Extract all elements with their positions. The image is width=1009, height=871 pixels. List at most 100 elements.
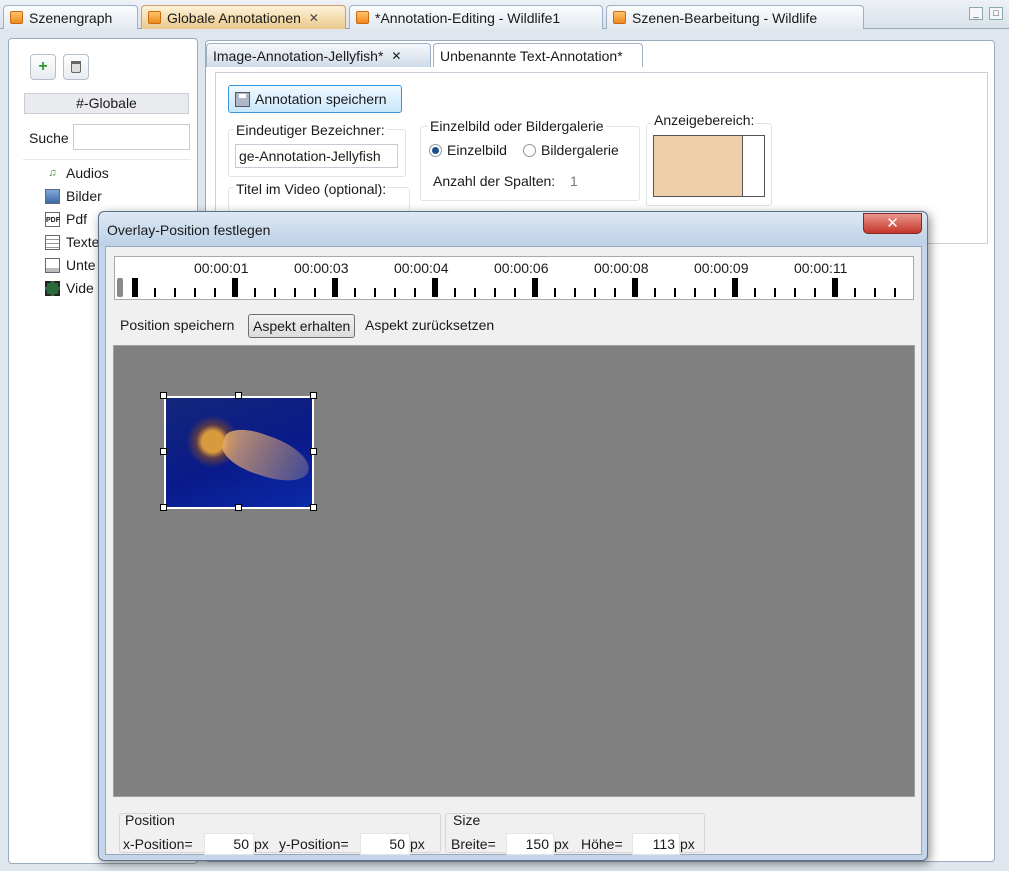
- annotation-icon: [356, 11, 369, 24]
- tree-item-label: Texte: [66, 234, 100, 250]
- save-position-button[interactable]: Position speichern: [116, 314, 238, 338]
- add-button[interactable]: +: [30, 54, 56, 80]
- close-button[interactable]: ✕: [863, 213, 922, 234]
- y-position-label: y-Position=: [279, 836, 349, 852]
- annotation-icon: [148, 11, 161, 24]
- minimize-button[interactable]: _: [969, 7, 983, 20]
- text-icon: [45, 234, 60, 250]
- tab-szenen-bearbeitung[interactable]: Szenen-Bearbeitung - Wildlife: [606, 5, 864, 29]
- timeline-playhead[interactable]: [117, 278, 123, 297]
- dialog-title: Overlay-Position festlegen: [107, 222, 271, 238]
- audio-icon: ♫: [48, 166, 57, 179]
- identifier-field[interactable]: ge-Annotation-Jellyfish: [235, 144, 398, 168]
- radio-bildergalerie[interactable]: Bildergalerie: [523, 142, 619, 158]
- timeline-major-tick: [132, 278, 138, 297]
- timeline-minor-tick: [474, 288, 476, 297]
- tab-label: Globale Annotationen: [167, 9, 301, 26]
- timeline-minor-tick: [354, 288, 356, 297]
- pdf-icon: PDF: [45, 211, 60, 227]
- jellyfish-image[interactable]: [164, 396, 314, 509]
- radio-selected-icon: [429, 144, 442, 157]
- save-icon: [235, 91, 250, 107]
- tab-unbenannte-text-annotation[interactable]: Unbenannte Text-Annotation*: [433, 43, 643, 67]
- reset-aspect-button[interactable]: Aspekt zurücksetzen: [361, 314, 498, 338]
- gallery-group: [420, 126, 640, 201]
- scene-graph-icon: [10, 11, 23, 24]
- x-position-field[interactable]: 50: [204, 833, 254, 855]
- height-field[interactable]: 113: [632, 833, 680, 855]
- delete-button[interactable]: [63, 54, 89, 80]
- search-label: Suche: [29, 130, 69, 146]
- tree-item-videos[interactable]: Vide: [45, 278, 94, 298]
- timeline-major-tick: [232, 278, 238, 297]
- timeline-minor-tick: [814, 288, 816, 297]
- tree-item-bilder[interactable]: Bilder: [45, 186, 102, 206]
- subtitle-icon: [45, 257, 60, 273]
- overlay-canvas[interactable]: [113, 345, 915, 797]
- tab-label: *Annotation-Editing - Wildlife1: [375, 9, 561, 26]
- resize-handle-right[interactable]: [310, 448, 317, 455]
- height-unit-label: px: [680, 836, 695, 852]
- resize-handle-top[interactable]: [235, 392, 242, 399]
- timeline-minor-tick: [554, 288, 556, 297]
- display-area-label: Anzeigebereich:: [652, 112, 757, 128]
- width-label: Breite=: [451, 836, 496, 852]
- position-group-label: Position: [125, 812, 175, 828]
- timeline-minor-tick: [774, 288, 776, 297]
- resize-handle-top-left[interactable]: [160, 392, 167, 399]
- save-annotation-button[interactable]: Annotation speichern: [228, 85, 402, 113]
- resize-handle-left[interactable]: [160, 448, 167, 455]
- close-icon[interactable]: ✕: [391, 49, 401, 63]
- timeline-major-tick: [332, 278, 338, 297]
- tree-item-untertitel[interactable]: Unte: [45, 255, 96, 275]
- tab-label: Image-Annotation-Jellyfish*: [213, 47, 384, 64]
- radio-einzelbild[interactable]: Einzelbild: [429, 142, 507, 158]
- y-unit-label: px: [410, 836, 425, 852]
- timeline-minor-tick: [594, 288, 596, 297]
- timeline-minor-tick: [154, 288, 156, 297]
- timeline-major-tick: [632, 278, 638, 297]
- width-field[interactable]: 150: [506, 833, 554, 855]
- close-icon[interactable]: ✕: [309, 11, 319, 25]
- timeline-minor-tick: [314, 288, 316, 297]
- timeline-minor-tick: [654, 288, 656, 297]
- tree-item-label: Pdf: [66, 211, 88, 227]
- timeline-minor-tick: [394, 288, 396, 297]
- timeline-minor-tick: [294, 288, 296, 297]
- timeline-minor-tick: [254, 288, 256, 297]
- resize-handle-bottom[interactable]: [235, 504, 242, 511]
- identifier-label: Eindeutiger Bezeichner:: [234, 122, 387, 138]
- timeline-minor-tick: [274, 288, 276, 297]
- keep-aspect-button[interactable]: Aspekt erhalten: [248, 314, 356, 338]
- y-position-field[interactable]: 50: [360, 833, 410, 855]
- timeline-minor-tick: [454, 288, 456, 297]
- jellyfish-tentacles: [217, 423, 312, 489]
- columns-label: Anzahl der Spalten:: [433, 173, 556, 189]
- x-position-label: x-Position=: [123, 836, 193, 852]
- resize-handle-top-right[interactable]: [310, 392, 317, 399]
- maximize-button[interactable]: □: [989, 7, 1003, 20]
- search-input[interactable]: [73, 124, 190, 150]
- timeline-minor-tick: [794, 288, 796, 297]
- display-area-preview[interactable]: [653, 135, 765, 197]
- tree-item-audios[interactable]: ♫ Audios: [45, 163, 108, 183]
- tab-image-annotation-jellyfish[interactable]: Image-Annotation-Jellyfish* ✕: [206, 43, 431, 67]
- resize-handle-bottom-left[interactable]: [160, 504, 167, 511]
- tree-item-label: Unte: [66, 257, 96, 273]
- tab-globale-annotationen[interactable]: Globale Annotationen ✕: [141, 5, 346, 29]
- tab-szenengraph[interactable]: Szenengraph: [3, 5, 138, 29]
- tree-item-texte[interactable]: Texte: [45, 232, 99, 252]
- timeline-minor-tick: [754, 288, 756, 297]
- tree-item-label: Vide: [66, 280, 94, 296]
- timeline-minor-tick: [194, 288, 196, 297]
- timeline[interactable]: 00:00:01 00:00:03 00:00:04 00:00:06 00:0…: [114, 256, 914, 300]
- timeline-major-tick: [732, 278, 738, 297]
- tab-annotation-editing[interactable]: *Annotation-Editing - Wildlife1: [349, 5, 603, 29]
- width-unit-label: px: [554, 836, 569, 852]
- dialog-titlebar[interactable]: Overlay-Position festlegen ✕: [99, 212, 927, 246]
- resize-handle-bottom-right[interactable]: [310, 504, 317, 511]
- dialog-body: 00:00:01 00:00:03 00:00:04 00:00:06 00:0…: [105, 246, 922, 855]
- tree-item-pdf[interactable]: PDF Pdf: [45, 209, 87, 229]
- image-icon: [45, 188, 60, 204]
- overlay-position-dialog: Overlay-Position festlegen ✕ 00:00:01 00…: [98, 211, 928, 861]
